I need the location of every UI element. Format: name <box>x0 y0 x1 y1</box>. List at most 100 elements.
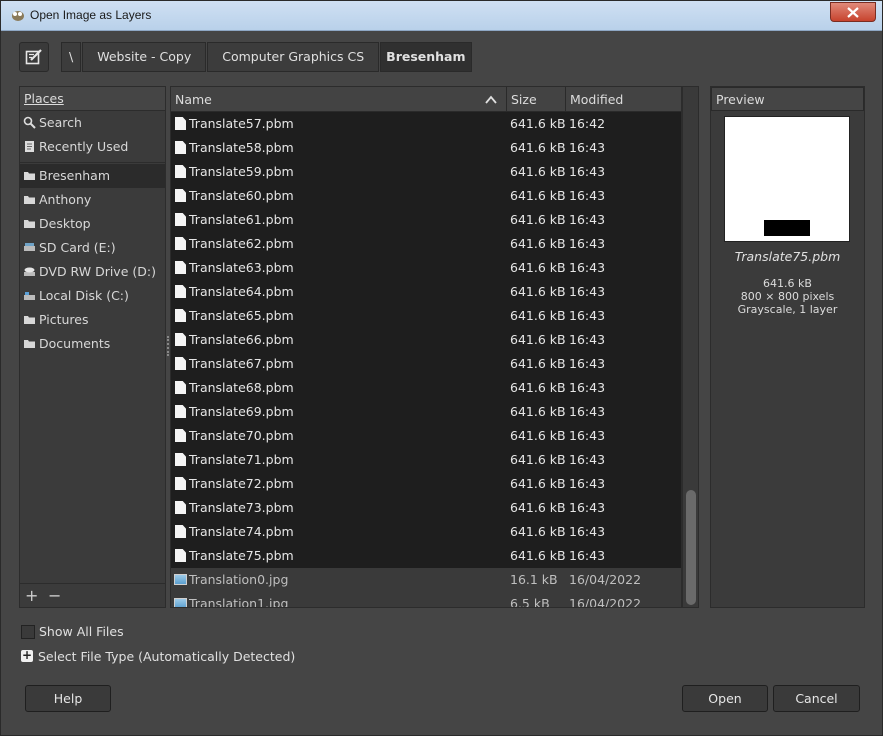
place-label: Pictures <box>39 312 89 327</box>
table-row[interactable]: Translate60.pbm 641.6 kB 16:43 <box>171 184 681 208</box>
file-size: 641.6 kB <box>510 164 566 179</box>
file-modified: 16:43 <box>569 428 606 443</box>
file-list-header: Name Size Modified <box>171 87 681 112</box>
place-sd-card[interactable]: SD Card (E:) <box>20 236 165 260</box>
table-row[interactable]: Translate63.pbm 641.6 kB 16:43 <box>171 256 681 280</box>
close-icon <box>847 6 859 18</box>
crumb-bresenham[interactable]: Bresenham <box>380 42 472 72</box>
scrollbar-thumb[interactable] <box>686 490 696 605</box>
show-all-files-checkbox[interactable] <box>21 625 35 639</box>
place-dvd-drive[interactable]: DVD RW Drive (D:) <box>20 260 165 284</box>
column-size-label: Size <box>511 92 537 107</box>
file-icon <box>175 429 186 442</box>
breadcrumb: \ Website - Copy Computer Graphics CS Br… <box>61 42 473 72</box>
column-size-header[interactable]: Size <box>507 87 566 112</box>
file-icon <box>175 213 186 226</box>
crumb-root[interactable]: \ <box>61 42 82 72</box>
add-place-button[interactable]: + <box>25 586 38 605</box>
select-file-type-label[interactable]: Select File Type (Automatically Detected… <box>38 649 295 664</box>
table-row[interactable]: Translation0.jpg 16.1 kB 16/04/2022 <box>171 568 681 592</box>
column-name-header[interactable]: Name <box>171 87 507 112</box>
show-all-files-label[interactable]: Show All Files <box>39 624 124 639</box>
place-search[interactable]: Search <box>20 111 165 135</box>
place-label: Recently Used <box>39 139 129 154</box>
table-row[interactable]: Translate64.pbm 641.6 kB 16:43 <box>171 280 681 304</box>
file-name: Translate69.pbm <box>189 404 294 419</box>
table-row[interactable]: Translate74.pbm 641.6 kB 16:43 <box>171 520 681 544</box>
file-name: Translate61.pbm <box>189 212 294 227</box>
place-recently-used[interactable]: Recently Used <box>20 135 165 159</box>
table-row[interactable]: Translate73.pbm 641.6 kB 16:43 <box>171 496 681 520</box>
sort-ascending-icon <box>485 95 497 104</box>
place-bresenham[interactable]: Bresenham <box>20 164 165 188</box>
preview-header: Preview <box>711 87 864 111</box>
place-anthony[interactable]: Anthony <box>20 188 165 212</box>
open-button[interactable]: Open <box>682 685 768 712</box>
edit-icon <box>25 49 42 65</box>
file-name: Translate75.pbm <box>189 548 294 563</box>
crumb-computer-graphics[interactable]: Computer Graphics CS <box>207 42 380 72</box>
place-documents[interactable]: Documents <box>20 332 165 356</box>
table-row[interactable]: Translate58.pbm 641.6 kB 16:43 <box>171 136 681 160</box>
file-modified: 16/04/2022 <box>569 572 642 587</box>
disc-icon <box>24 267 35 276</box>
column-modified-header[interactable]: Modified <box>566 87 681 112</box>
place-label: Documents <box>39 336 111 351</box>
pane-splitter[interactable] <box>167 336 169 356</box>
table-row[interactable]: Translate72.pbm 641.6 kB 16:43 <box>171 472 681 496</box>
file-size: 641.6 kB <box>510 308 566 323</box>
table-row[interactable]: Translate65.pbm 641.6 kB 16:43 <box>171 304 681 328</box>
cancel-button[interactable]: Cancel <box>773 685 860 712</box>
location-toggle-button[interactable] <box>19 42 49 72</box>
place-label: Anthony <box>39 192 92 207</box>
places-header[interactable]: Places <box>20 87 165 111</box>
table-row[interactable]: Translate57.pbm 641.6 kB 16:42 <box>171 112 681 136</box>
table-row[interactable]: Translate70.pbm 641.6 kB 16:43 <box>171 424 681 448</box>
file-size: 641.6 kB <box>510 284 566 299</box>
place-pictures[interactable]: Pictures <box>20 308 165 332</box>
dialog-window: Open Image as Layers \ Website - Copy Co… <box>0 0 883 736</box>
preview-size: 641.6 kB <box>763 277 812 290</box>
places-footer: + − <box>20 583 165 607</box>
table-row[interactable]: Translate66.pbm 641.6 kB 16:43 <box>171 328 681 352</box>
file-size: 641.6 kB <box>510 524 566 539</box>
close-button[interactable] <box>830 2 876 22</box>
table-row[interactable]: Translate59.pbm 641.6 kB 16:43 <box>171 160 681 184</box>
preview-filename: Translate75.pbm <box>734 249 841 264</box>
table-row[interactable]: Translate61.pbm 641.6 kB 16:43 <box>171 208 681 232</box>
place-desktop[interactable]: Desktop <box>20 212 165 236</box>
table-row[interactable]: Translate67.pbm 641.6 kB 16:43 <box>171 352 681 376</box>
crumb-website-copy[interactable]: Website - Copy <box>82 42 207 72</box>
folder-icon <box>24 340 35 348</box>
file-name: Translate72.pbm <box>189 476 294 491</box>
file-icon <box>175 141 186 154</box>
file-name: Translate74.pbm <box>189 524 294 539</box>
help-button[interactable]: Help <box>25 685 111 712</box>
places-separator <box>20 159 165 163</box>
file-size: 641.6 kB <box>510 116 566 131</box>
file-name: Translation0.jpg <box>189 572 289 587</box>
table-row[interactable]: Translate69.pbm 641.6 kB 16:43 <box>171 400 681 424</box>
file-size: 16.1 kB <box>510 572 558 587</box>
remove-place-button[interactable]: − <box>48 586 61 605</box>
table-row[interactable]: Translate62.pbm 641.6 kB 16:43 <box>171 232 681 256</box>
table-row[interactable]: Translate75.pbm 641.6 kB 16:43 <box>171 544 681 568</box>
file-name: Translate70.pbm <box>189 428 294 443</box>
file-type-expander[interactable]: + <box>21 649 33 662</box>
file-icon <box>175 333 186 346</box>
table-row[interactable]: Translate71.pbm 641.6 kB 16:43 <box>171 448 681 472</box>
file-modified: 16:43 <box>569 524 606 539</box>
folder-icon <box>24 172 35 180</box>
image-file-icon <box>174 574 187 585</box>
file-modified: 16/04/2022 <box>569 596 642 608</box>
places-panel: Places Search Recently Used Bresenham An… <box>19 86 166 608</box>
file-icon <box>175 501 186 514</box>
file-size: 641.6 kB <box>510 356 566 371</box>
place-local-disk[interactable]: Local Disk (C:) <box>20 284 165 308</box>
file-list-scrollbar[interactable] <box>682 86 699 608</box>
place-label: SD Card (E:) <box>39 240 116 255</box>
table-row[interactable]: Translation1.jpg 6.5 kB 16/04/2022 <box>171 592 681 608</box>
file-icon <box>175 237 186 250</box>
table-row[interactable]: Translate68.pbm 641.6 kB 16:43 <box>171 376 681 400</box>
file-name: Translate66.pbm <box>189 332 294 347</box>
